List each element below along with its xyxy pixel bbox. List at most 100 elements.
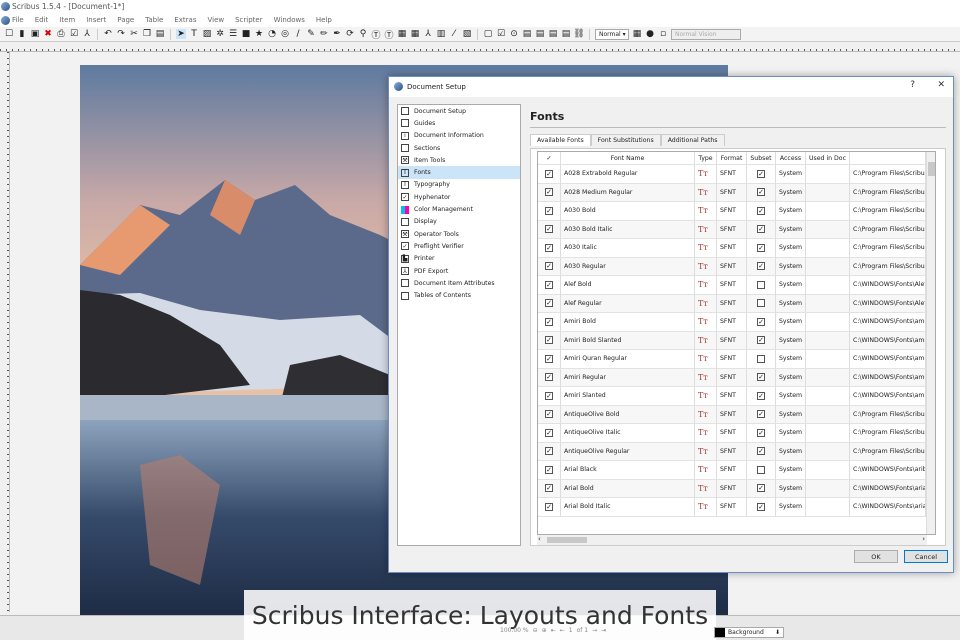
nav-item-guides[interactable]: Guides xyxy=(398,117,520,129)
enabled-checkbox[interactable]: ✓ xyxy=(545,410,553,419)
subset-checkbox[interactable]: ✓ xyxy=(757,262,765,271)
paste-icon[interactable]: ▤ xyxy=(155,29,165,39)
table-row[interactable]: ✓ A030 Italic Tт SFNT ✓ System C:\Program File… xyxy=(538,239,935,258)
subset-checkbox[interactable]: ✓ xyxy=(757,502,765,511)
nav-item-document-setup[interactable]: Document Setup xyxy=(398,105,520,117)
menu-page[interactable]: Page xyxy=(117,16,134,24)
column-header[interactable]: Format xyxy=(717,152,747,164)
subset-checkbox[interactable] xyxy=(757,280,765,289)
enabled-checkbox[interactable]: ✓ xyxy=(545,428,553,437)
zoom-reset-icon[interactable]: ⊕ xyxy=(542,627,547,634)
edit-mode-icon[interactable]: ▫ xyxy=(658,29,668,39)
nav-item-preflight-verifier[interactable]: ✓ Preflight Verifier xyxy=(398,240,520,252)
enabled-checkbox[interactable]: ✓ xyxy=(545,373,553,382)
table-horizontal-scrollbar[interactable]: ‹ › xyxy=(537,535,927,545)
nav-item-item-tools[interactable]: ⚒ Item Tools xyxy=(398,154,520,166)
menu-table[interactable]: Table xyxy=(145,16,163,24)
table-row[interactable]: ✓ AntiqueOlive Italic Tт SFNT ✓ System C:\Prog… xyxy=(538,424,935,443)
open-icon[interactable]: ▮ xyxy=(17,29,27,39)
polygon-icon[interactable]: ★ xyxy=(254,29,264,39)
nav-item-printer[interactable]: ▙ Printer xyxy=(398,253,520,265)
edit-text-icon[interactable]: Ⓣ xyxy=(371,29,381,41)
zoom-field[interactable]: 100.00 % xyxy=(500,627,529,634)
column-header[interactable]: Used in Doc xyxy=(806,152,850,164)
enabled-checkbox[interactable]: ✓ xyxy=(545,262,553,271)
story-editor-icon[interactable]: Ⓣ xyxy=(384,29,394,41)
pdf-combobox-icon[interactable]: ▤ xyxy=(535,29,545,39)
prev-page-icon[interactable]: ← xyxy=(560,627,565,634)
scrollbar-thumb[interactable] xyxy=(547,537,587,543)
measure-icon[interactable]: ⅄ xyxy=(423,29,433,39)
enabled-checkbox[interactable]: ✓ xyxy=(545,317,553,326)
pdf-checkbox-icon[interactable]: ☑ xyxy=(496,29,506,39)
enabled-checkbox[interactable]: ✓ xyxy=(545,299,553,308)
menu-help[interactable]: Help xyxy=(316,16,332,24)
ok-button[interactable]: OK xyxy=(854,550,898,563)
pdf-pushbutton-icon[interactable]: ▢ xyxy=(483,29,493,39)
subset-checkbox[interactable] xyxy=(757,354,765,363)
enabled-checkbox[interactable]: ✓ xyxy=(545,243,553,252)
scrollbar-thumb[interactable] xyxy=(928,162,935,176)
enabled-checkbox[interactable]: ✓ xyxy=(545,169,553,178)
column-header[interactable]: Subset xyxy=(747,152,776,164)
close-button[interactable]: ✕ xyxy=(937,80,945,90)
layer-select[interactable]: Background ⬇ xyxy=(714,627,784,638)
tab-font-substitutions[interactable]: Font Substitutions xyxy=(590,134,661,146)
pdf-icon[interactable]: ⅄ xyxy=(82,29,92,39)
nav-item-sections[interactable]: Sections xyxy=(398,142,520,154)
enabled-checkbox[interactable]: ✓ xyxy=(545,225,553,234)
subset-checkbox[interactable]: ✓ xyxy=(757,169,765,178)
subset-checkbox[interactable]: ✓ xyxy=(757,188,765,197)
menu-view[interactable]: View xyxy=(207,16,224,24)
enabled-checkbox[interactable]: ✓ xyxy=(545,280,553,289)
table-row[interactable]: ✓ Arial Bold Tт SFNT ✓ System C:\WINDOWS\Fonts… xyxy=(538,479,935,498)
pdf-listbox-icon[interactable]: ▤ xyxy=(548,29,558,39)
enabled-checkbox[interactable]: ✓ xyxy=(545,206,553,215)
enabled-checkbox[interactable]: ✓ xyxy=(545,391,553,400)
calligraphic-icon[interactable]: ✒ xyxy=(332,29,342,39)
line-icon[interactable]: / xyxy=(293,29,303,39)
table-row[interactable]: ✓ A030 Bold Tт SFNT ✓ System C:\Program Files\… xyxy=(538,202,935,221)
column-header[interactable]: ✓ xyxy=(538,152,561,164)
image-frame-icon[interactable]: ▨ xyxy=(202,29,212,39)
cancel-button[interactable]: Cancel xyxy=(904,550,948,563)
freehand-icon[interactable]: ✏ xyxy=(319,29,329,39)
table-row[interactable]: ✓ Amiri Regular Tт SFNT ✓ System C:\WINDOWS\Fo… xyxy=(538,368,935,387)
enabled-checkbox[interactable]: ✓ xyxy=(545,502,553,511)
menu-scripter[interactable]: Scripter xyxy=(235,16,263,24)
next-page-icon[interactable]: → xyxy=(592,627,597,634)
preview-eye-icon[interactable]: ● xyxy=(645,29,655,39)
table-row[interactable]: ✓ Amiri Quran Regular Tт SFNT System C:\WINDO… xyxy=(538,350,935,369)
nav-item-document-information[interactable]: i Document Information xyxy=(398,130,520,142)
table-row[interactable]: ✓ Arial Black Tт SFNT System C:\WINDOWS\Fonts… xyxy=(538,461,935,480)
enabled-checkbox[interactable]: ✓ xyxy=(545,447,553,456)
table-row[interactable]: ✓ AntiqueOlive Bold Tт SFNT ✓ System C:\Progra… xyxy=(538,405,935,424)
menu-windows[interactable]: Windows xyxy=(274,16,305,24)
tab-available-fonts[interactable]: Available Fonts xyxy=(530,134,591,146)
column-header[interactable]: Font Name xyxy=(561,152,695,164)
subset-checkbox[interactable]: ✓ xyxy=(757,428,765,437)
close-icon[interactable]: ✖ xyxy=(43,29,53,39)
pdf-textfield-icon[interactable]: ▤ xyxy=(522,29,532,39)
first-page-icon[interactable]: ⇤ xyxy=(551,627,556,634)
menu-insert[interactable]: Insert xyxy=(86,16,106,24)
pdf-tools-icon[interactable]: ▧ xyxy=(462,29,472,39)
subset-checkbox[interactable]: ✓ xyxy=(757,373,765,382)
subset-checkbox[interactable] xyxy=(757,465,765,474)
enabled-checkbox[interactable]: ✓ xyxy=(545,354,553,363)
save-icon[interactable]: ▣ xyxy=(30,29,40,39)
table-row[interactable]: ✓ Arial Bold Italic Tт SFNT ✓ System C:\WINDOW… xyxy=(538,498,935,517)
table-vertical-scrollbar[interactable] xyxy=(926,152,935,534)
spiral-icon[interactable]: ◎ xyxy=(280,29,290,39)
preflight-icon[interactable]: ☑ xyxy=(69,29,79,39)
print-icon[interactable]: ⎙ xyxy=(56,29,66,39)
table-row[interactable]: ✓ A028 Medium Regular Tт SFNT ✓ System C:\Prog… xyxy=(538,183,935,202)
table-row[interactable]: ✓ A030 Regular Tт SFNT ✓ System C:\Program Fil… xyxy=(538,257,935,276)
table-row[interactable]: ✓ Alef Bold Tт SFNT System C:\WINDOWS\Fonts\A… xyxy=(538,276,935,295)
nav-item-color-management[interactable]: Color Management xyxy=(398,203,520,215)
table-row[interactable]: ✓ Amiri Bold Slanted Tт SFNT ✓ System C:\WINDO… xyxy=(538,331,935,350)
enabled-checkbox[interactable]: ✓ xyxy=(545,188,553,197)
column-header[interactable]: Type xyxy=(695,152,717,164)
column-header[interactable]: Access xyxy=(776,152,806,164)
new-icon[interactable]: ☐ xyxy=(4,29,14,39)
